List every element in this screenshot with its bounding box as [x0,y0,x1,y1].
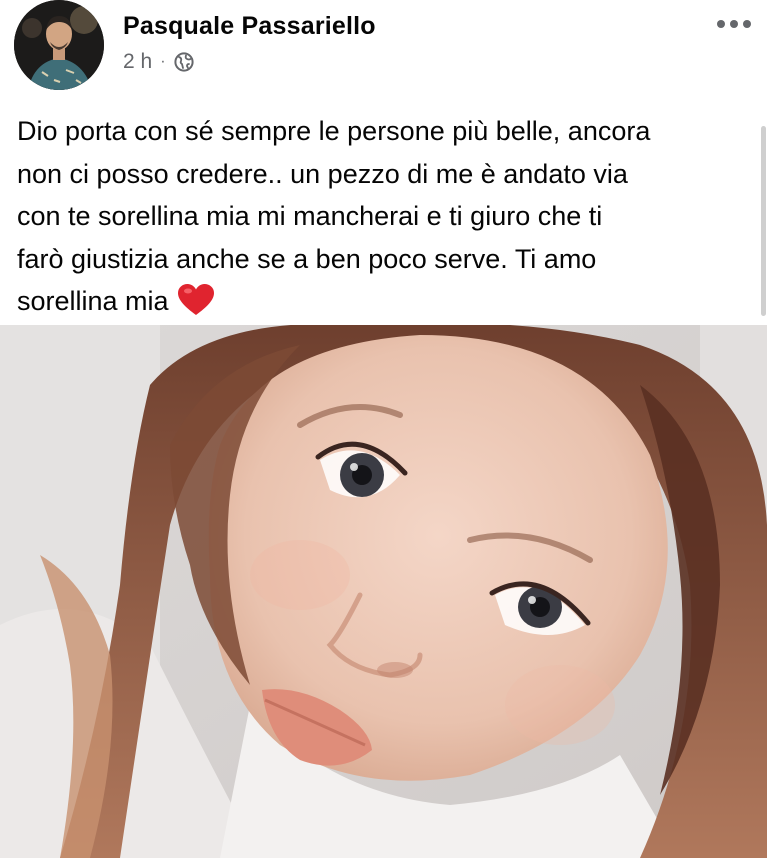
scroll-indicator[interactable] [761,126,766,316]
post-meta: 2 h · [123,50,194,74]
facebook-post: Pasquale Passariello 2 h · Dio porta con… [0,0,767,858]
post-text: Dio porta con sé sempre le persone più b… [17,110,757,323]
red-heart-icon [177,283,215,317]
globe-icon[interactable] [173,52,194,72]
selfie-photo[interactable] [0,325,767,858]
post-message: Dio porta con sé sempre le persone più b… [17,116,651,316]
post-header: Pasquale Passariello 2 h · [0,0,767,100]
more-options-icon[interactable] [712,10,756,38]
post-timestamp[interactable]: 2 h [123,50,152,74]
author-name[interactable]: Pasquale Passariello [123,12,376,41]
meta-separator: · [160,53,166,70]
author-avatar[interactable] [14,0,104,90]
